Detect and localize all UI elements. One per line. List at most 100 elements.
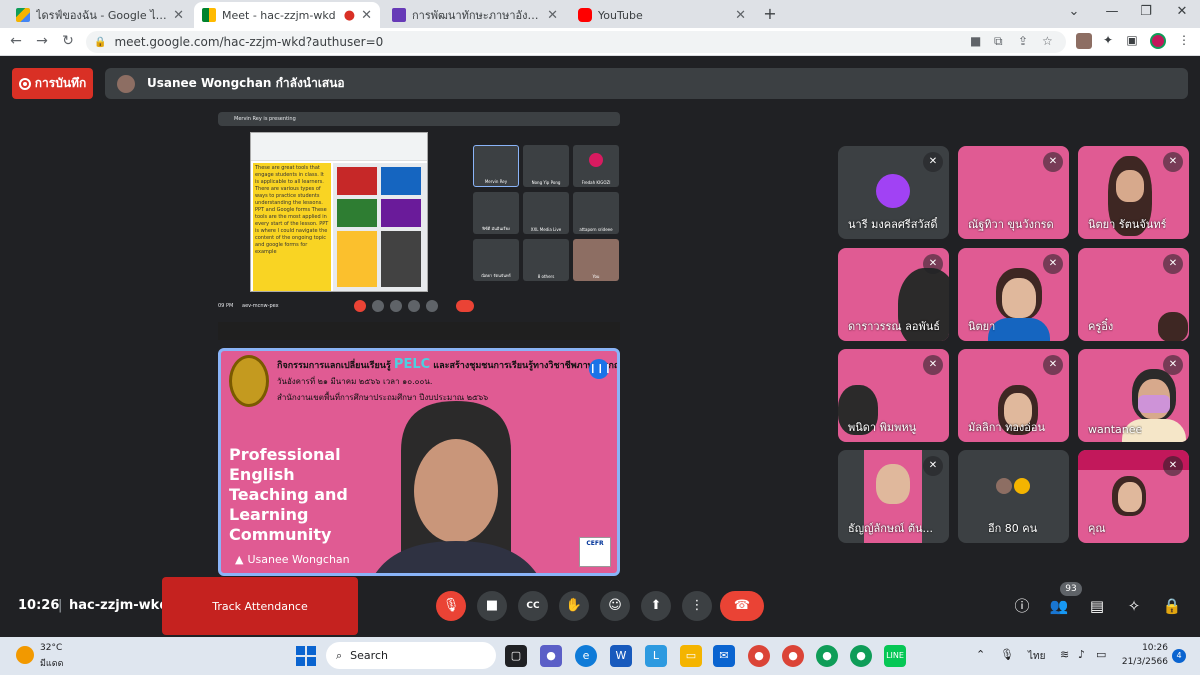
extension-avatar-icon[interactable] [1076,33,1092,49]
camera-toggle-icon[interactable]: ■ [477,591,507,621]
participant-tile[interactable]: ✕ นารี มงคลศรีสวัสดิ์ [838,146,949,239]
activities-icon[interactable]: ✧ [1124,596,1144,616]
line-app-icon[interactable]: LINE [884,645,906,667]
shared-doc-text: These are great tools that engage studen… [253,163,331,291]
host-controls-icon[interactable]: 🔒 [1162,596,1182,616]
speaking-indicator-icon: ❙❙❙ [589,359,612,379]
participant-tile[interactable]: ✕ ณัฐทิวา ขุนวังกรด [958,146,1069,239]
tray-date[interactable]: 21/3/2566 [1116,657,1168,667]
bookmark-star-icon[interactable]: ☆ [1042,34,1053,48]
more-participants-tile[interactable]: อีก 80 คน [958,450,1069,543]
emoji-reaction-icon[interactable]: ☺ [600,591,630,621]
captions-icon[interactable]: CC [518,591,548,621]
camera-icon[interactable]: ■ [970,34,981,48]
shared-mini-tile: Mervin Rey [473,145,519,187]
school-seal-logo [229,355,269,407]
address-bar: ← → ↻ 🔒 meet.google.com/hac-zzjm-wkd?aut… [0,28,1200,56]
chrome-profile-icon[interactable]: ● [782,645,804,667]
share-icon[interactable]: ⇪ [1018,34,1028,48]
lock-icon: 🔒 [94,36,107,48]
participant-tile[interactable]: ✕ ธัญญ์ลักษณ์ ต้น... [838,450,949,543]
windows-start-icon[interactable] [296,646,316,666]
battery-icon[interactable]: ▭ [1096,648,1106,661]
chrome-icon[interactable]: ● [748,645,770,667]
close-tab-icon[interactable]: ✕ [361,8,372,23]
close-window-icon[interactable]: ✕ [1172,4,1192,19]
shared-mini-tile: Fredah KIGOZI [573,145,619,187]
participant-tile[interactable]: ✕ wantanee [1078,349,1189,442]
edge-browser-icon[interactable]: e [575,645,597,667]
raise-hand-icon[interactable]: ✋ [559,591,589,621]
side-panel-icon[interactable]: ▣ [1124,33,1140,49]
people-icon[interactable]: 👥 [1049,596,1069,616]
profile-avatar-icon[interactable] [1150,33,1166,49]
presenting-banner: Usanee Wongchan กำลังนำเสนอ [105,68,1188,99]
track-attendance-button[interactable]: Track Attendance [162,577,358,635]
tray-mic-icon[interactable]: 🎙 [1000,648,1014,661]
launcher-icon[interactable]: L [645,645,667,667]
participant-tile[interactable]: ✕ พนิดา พิมพหนู [838,349,949,442]
participant-tile[interactable]: ✕ มัลลิกา ทองอ่อน [958,349,1069,442]
participant-tile[interactable]: ✕ ดาราวรรณ ลอพันธ์ [838,248,949,341]
taskbar-search[interactable]: ⌕ Search [326,642,496,669]
record-icon [18,77,31,90]
meeting-details-icon[interactable]: ⓘ [1012,596,1032,616]
weather-sun-icon[interactable] [16,646,34,664]
shared-document: These are great tools that engage studen… [250,132,428,292]
participant-tile[interactable]: ✕ นิตยา [958,248,1069,341]
tray-expand-icon[interactable]: ⌃ [976,648,985,661]
tray-time[interactable]: 10:26 [1124,643,1168,653]
tab-meet[interactable]: Meet - hac-zzjm-wkd ● ✕ [194,2,380,28]
extensions-puzzle-icon[interactable]: ✦ [1100,33,1116,49]
word-icon[interactable]: W [610,645,632,667]
wifi-icon[interactable]: ≋ [1060,648,1069,661]
participant-avatar [876,174,910,208]
more-options-icon[interactable]: ⋮ [682,591,712,621]
microphone-toggle-icon[interactable]: 🎙 [436,591,466,621]
chrome-profile-icon[interactable]: ● [850,645,872,667]
input-language[interactable]: ไทย [1028,649,1045,664]
tab-google-forms[interactable]: การพัฒนาทักษะภาษาอังกฤษ English ✕ [384,2,566,28]
recording-button[interactable]: การบันทึก [12,68,93,99]
notification-badge[interactable]: 4 [1172,649,1186,663]
shared-slide-thumbnails [333,163,427,291]
close-tab-icon[interactable]: ✕ [547,8,558,23]
translate-icon[interactable]: ⧉ [994,34,1003,49]
mail-icon[interactable]: ✉ [713,645,735,667]
participant-tile-self[interactable]: ✕ คุณ [1078,450,1189,543]
main-speaker-tile[interactable]: กิจกรรมการแลกเปลี่ยนเรียนรู้ PELC และสร้… [218,348,620,576]
browser-menu-icon[interactable]: ⋮ [1176,33,1192,49]
participant-tile[interactable]: ✕ ครูอิ๋ง [1078,248,1189,341]
tab-google-drive[interactable]: ไดรฟ์ของฉัน - Google ไดรฟ์ ✕ [8,2,192,28]
recording-dot-icon: ● [343,7,356,23]
shared-screen: Mervin Rey is presenting These are great… [218,112,620,340]
forward-icon[interactable]: → [32,33,52,49]
restore-icon[interactable]: ❐ [1136,4,1156,19]
reload-icon[interactable]: ↻ [58,33,78,49]
volume-icon[interactable]: ♪ [1078,648,1085,661]
separator: | [58,598,63,613]
minimize-icon[interactable]: — [1102,4,1122,19]
mic-off-icon: ✕ [1163,456,1183,476]
teams-chat-icon[interactable]: ● [540,645,562,667]
pin-icon: ▲ [235,553,244,566]
present-screen-icon[interactable]: ⬆ [641,591,671,621]
tab-search-icon[interactable]: ⌄ [1064,4,1084,19]
close-tab-icon[interactable]: ✕ [173,8,184,23]
mic-off-icon: ✕ [1163,254,1183,274]
file-explorer-icon[interactable]: ▭ [680,645,702,667]
close-tab-icon[interactable]: ✕ [735,8,746,23]
new-tab-icon[interactable]: + [760,4,780,23]
shared-taskbar [218,322,620,340]
url-input[interactable]: 🔒 meet.google.com/hac-zzjm-wkd?authuser=… [86,31,1066,53]
participant-tile[interactable]: ✕ นิตยา รัตนจันทร์ [1078,146,1189,239]
chat-icon[interactable]: ▤ [1087,596,1107,616]
face-mask [1138,395,1170,413]
tab-youtube[interactable]: YouTube ✕ [570,2,754,28]
chrome-profile-icon[interactable]: ● [816,645,838,667]
mic-off-icon: ✕ [1043,355,1063,375]
back-icon[interactable]: ← [6,33,26,49]
task-view-icon[interactable]: ▢ [505,645,527,667]
mic-off-icon: ✕ [923,152,943,172]
end-call-icon[interactable]: ☎ [720,591,764,621]
